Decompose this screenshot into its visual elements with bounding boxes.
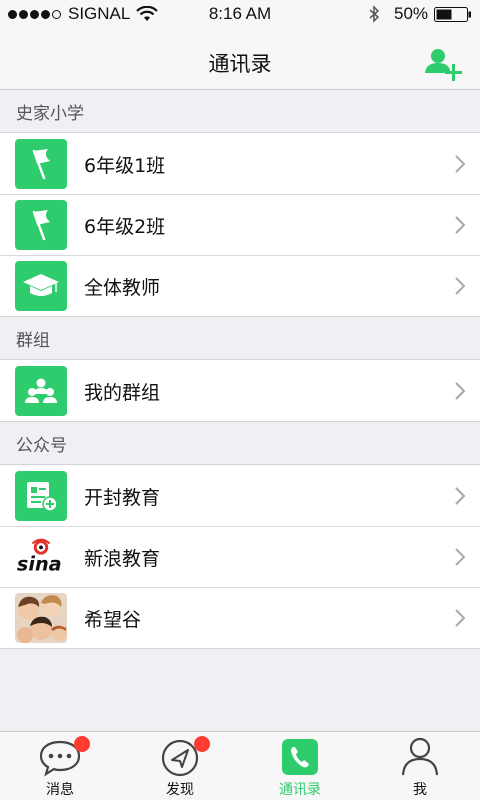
list-item-label: 希望谷 [84, 609, 142, 631]
chevron-right-icon [455, 382, 466, 400]
tab-label: 通讯录 [279, 782, 321, 798]
section-header-school: 史家小学 [0, 90, 480, 132]
section-list-school: 6年级1班 6年级2班 全体教师 [0, 132, 480, 317]
chevron-right-icon [455, 277, 466, 295]
flag-icon [15, 139, 67, 189]
list-item-class-2[interactable]: 6年级2班 [0, 194, 480, 255]
phone-icon [282, 739, 318, 775]
section-title: 史家小学 [16, 103, 84, 124]
flag-icon [15, 200, 67, 250]
add-contact-button[interactable] [422, 48, 466, 82]
list-item-label: 6年级1班 [84, 155, 166, 177]
section-list-groups: 我的群组 [0, 359, 480, 422]
list-item-label: 6年级2班 [84, 216, 166, 238]
tab-label: 发现 [166, 782, 194, 798]
list-item-label: 我的群组 [84, 382, 161, 404]
section-header-public-accounts: 公众号 [0, 422, 480, 464]
add-contact-icon [425, 49, 462, 81]
person-icon [401, 737, 439, 776]
list-item-my-groups[interactable]: 我的群组 [0, 360, 480, 421]
news-add-icon [15, 471, 67, 521]
tab-discover[interactable]: 发现 [120, 732, 240, 800]
bluetooth-icon [369, 5, 380, 23]
chevron-right-icon [455, 487, 466, 505]
tab-contacts[interactable]: 通讯录 [240, 732, 360, 800]
group-icon [15, 366, 67, 416]
list-item-label: 全体教师 [84, 277, 161, 299]
sina-logo-icon: sina [15, 532, 67, 582]
tab-messages[interactable]: 消息 [0, 732, 120, 800]
children-photo-icon [15, 593, 67, 643]
list-item-label: 新浪教育 [84, 548, 161, 570]
graduation-cap-icon [15, 261, 67, 311]
notification-badge [194, 736, 210, 752]
chevron-right-icon [455, 548, 466, 566]
navigation-bar: 通讯录 [0, 28, 480, 90]
tab-bar: 消息 发现 通讯录 我 [0, 731, 480, 800]
list-item-class-1[interactable]: 6年级1班 [0, 133, 480, 194]
section-title: 公众号 [16, 435, 67, 456]
tab-label: 我 [413, 782, 427, 798]
contact-list: 史家小学 6年级1班 6年级2班 全体教师 群组 我的群组 公众号 开封教育 s… [0, 90, 480, 649]
tab-label: 消息 [46, 782, 74, 798]
list-item-hope-valley[interactable]: 希望谷 [0, 587, 480, 648]
list-item-all-teachers[interactable]: 全体教师 [0, 255, 480, 316]
list-item-sina-education[interactable]: sina 新浪教育 [0, 526, 480, 587]
list-item-kaifeng-education[interactable]: 开封教育 [0, 465, 480, 526]
status-bar: SIGNAL 8:16 AM 50% [0, 0, 480, 28]
chevron-right-icon [455, 155, 466, 173]
section-title: 群组 [16, 330, 50, 351]
chevron-right-icon [455, 216, 466, 234]
svg-text:sina: sina [17, 552, 62, 575]
battery-icon [434, 7, 471, 22]
page-title: 通讯录 [208, 52, 272, 76]
section-header-groups: 群组 [0, 317, 480, 359]
section-list-public-accounts: 开封教育 sina 新浪教育 希望谷 [0, 464, 480, 649]
notification-badge [74, 736, 90, 752]
list-item-label: 开封教育 [84, 487, 161, 509]
chevron-right-icon [455, 609, 466, 627]
battery-percentage: 50% [394, 4, 429, 23]
tab-me[interactable]: 我 [360, 732, 480, 800]
